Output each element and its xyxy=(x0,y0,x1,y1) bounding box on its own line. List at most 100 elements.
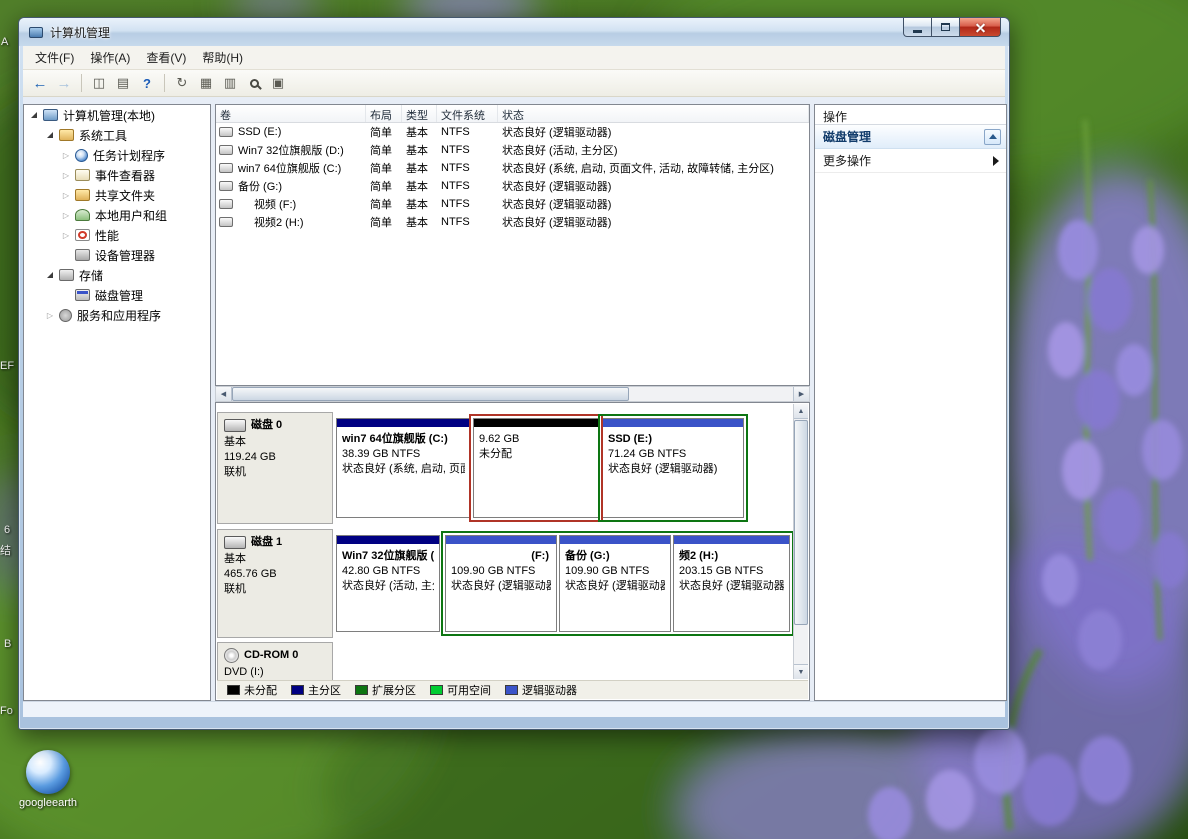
t-label: 本地用户和组 xyxy=(95,207,167,224)
expand-closed-icon[interactable] xyxy=(60,229,72,241)
expand-closed-icon[interactable] xyxy=(60,209,72,221)
column-header-layout[interactable]: 布局 xyxy=(366,105,402,122)
disk-0-header[interactable]: 磁盘 0 基本 119.24 GB 联机 xyxy=(217,412,333,524)
vertical-scrollbar-thumb[interactable] xyxy=(794,420,808,625)
cdrom-0-header[interactable]: CD-ROM 0 DVD (I:) xyxy=(217,642,333,683)
maximize-button[interactable] xyxy=(932,18,959,37)
extended-partition-swatch xyxy=(355,685,368,695)
menu-file[interactable]: 文件(F) xyxy=(27,46,82,69)
column-header-status[interactable]: 状态 xyxy=(498,105,809,122)
expand-open-icon[interactable] xyxy=(28,109,40,121)
cdrom-0-row: CD-ROM 0 DVD (I:) xyxy=(217,642,792,683)
volume-row-d[interactable]: Win7 32位旗舰版 (D:) 简单 基本 NTFS 状态良好 (活动, 主分… xyxy=(216,141,809,159)
column-header-filesystem[interactable]: 文件系统 xyxy=(437,105,498,122)
scroll-right-icon[interactable] xyxy=(793,387,809,401)
titlebar[interactable]: 计算机管理 xyxy=(19,18,1009,46)
volume-row-g[interactable]: 备份 (G:) 简单 基本 NTFS 状态良好 (逻辑驱动器) xyxy=(216,177,809,195)
partition-size: 38.39 GB NTFS xyxy=(342,447,465,462)
shared-folders-icon xyxy=(75,189,90,201)
partition-status: 状态良好 (逻辑驱动器) xyxy=(565,579,665,594)
googleearth-desktop-icon[interactable]: googleearth xyxy=(10,750,86,809)
partition-h[interactable]: 频2 (H:) 203.15 GB NTFS 状态良好 (逻辑驱动器) xyxy=(673,535,790,632)
tree-item-storage[interactable]: 存储 xyxy=(24,265,210,285)
event-viewer-icon xyxy=(75,169,90,181)
horizontal-scrollbar-thumb[interactable] xyxy=(232,387,629,401)
tree-item-services-applications[interactable]: 服务和应用程序 xyxy=(24,305,210,325)
cdrom-drive-letter: DVD (I:) xyxy=(224,665,326,680)
primary-partition-swatch xyxy=(291,685,304,695)
expand-closed-icon[interactable] xyxy=(60,149,72,161)
partition-ssd-e[interactable]: SSD (E:) 71.24 GB NTFS 状态良好 (逻辑驱动器) xyxy=(602,418,744,518)
disk-size: 119.24 GB xyxy=(224,450,326,465)
partition-f[interactable]: (F:) 109.90 GB NTFS 状态良好 (逻辑驱动器) xyxy=(445,535,557,632)
volume-name: SSD (E:) xyxy=(238,126,281,138)
minimize-button[interactable] xyxy=(903,18,932,37)
volume-row-e[interactable]: SSD (E:) 简单 基本 NTFS 状态良好 (逻辑驱动器) xyxy=(216,123,809,141)
expand-closed-icon[interactable] xyxy=(60,169,72,181)
search-icon[interactable] xyxy=(243,72,265,94)
partition-d[interactable]: Win7 32位旗舰版 (D:) 42.80 GB NTFS 状态良好 (活动,… xyxy=(336,535,440,632)
googleearth-icon[interactable] xyxy=(26,750,70,794)
tree-item-task-scheduler[interactable]: 任务计划程序 xyxy=(24,145,210,165)
close-button[interactable] xyxy=(959,18,1001,37)
center-pane: 卷 布局 类型 文件系统 状态 SSD (E:) 简单 基本 NTFS 状态良好… xyxy=(215,104,810,701)
menu-view[interactable]: 查看(V) xyxy=(138,46,194,69)
tree-item-local-users-groups[interactable]: 本地用户和组 xyxy=(24,205,210,225)
expand-closed-icon[interactable] xyxy=(44,309,56,321)
content-area: 计算机管理(本地) 系统工具 任务计划程序 事件查看器 xyxy=(23,97,1005,701)
actions-section-disk-management[interactable]: 磁盘管理 xyxy=(815,125,1006,149)
export-list-icon[interactable]: ▥ xyxy=(219,72,241,94)
tree-item-performance[interactable]: 性能 xyxy=(24,225,210,245)
tree-item-disk-management[interactable]: 磁盘管理 xyxy=(24,285,210,305)
scroll-up-icon[interactable] xyxy=(794,404,808,419)
console-tree-pane: 计算机管理(本地) 系统工具 任务计划程序 事件查看器 xyxy=(23,104,211,701)
more-actions-item[interactable]: 更多操作 xyxy=(815,149,1006,173)
tree-item-shared-folders[interactable]: 共享文件夹 xyxy=(24,185,210,205)
system-tools-icon xyxy=(59,129,74,141)
expand-open-icon[interactable] xyxy=(44,269,56,281)
help-icon[interactable]: ? xyxy=(136,72,158,94)
volume-list-header: 卷 布局 类型 文件系统 状态 xyxy=(216,105,809,123)
partition-g[interactable]: 备份 (G:) 109.90 GB NTFS 状态良好 (逻辑驱动器) xyxy=(559,535,671,632)
googleearth-label: googleearth xyxy=(10,797,86,809)
tree-item-device-manager[interactable]: 设备管理器 xyxy=(24,245,210,265)
refresh-icon[interactable]: ↻ xyxy=(171,72,193,94)
tree-item-system-tools[interactable]: 系统工具 xyxy=(24,125,210,145)
toolbar-separator xyxy=(164,74,165,92)
t-label: 磁盘管理 xyxy=(95,287,143,304)
icon-label-fragment: 结 xyxy=(0,542,11,558)
volume-row-c[interactable]: win7 64位旗舰版 (C:) 简单 基本 NTFS 状态良好 (系统, 启动… xyxy=(216,159,809,177)
help-topics-icon[interactable]: ▣ xyxy=(267,72,289,94)
legend-label: 扩展分区 xyxy=(372,682,416,698)
menu-help[interactable]: 帮助(H) xyxy=(194,46,251,69)
menu-action[interactable]: 操作(A) xyxy=(82,46,138,69)
back-icon[interactable]: ← xyxy=(29,72,51,94)
volume-type: 基本 xyxy=(402,178,437,194)
scroll-down-icon[interactable] xyxy=(794,664,808,679)
actions-title: 操作 xyxy=(815,105,1006,125)
scroll-left-icon[interactable] xyxy=(216,387,232,401)
volume-row-f[interactable]: 视频 (F:) 简单 基本 NTFS 状态良好 (逻辑驱动器) xyxy=(216,195,809,213)
partition-label: 频2 (H:) xyxy=(679,549,784,564)
show-action-pane-icon[interactable]: ▤ xyxy=(112,72,134,94)
volume-row-h[interactable]: 视频2 (H:) 简单 基本 NTFS 状态良好 (逻辑驱动器) xyxy=(216,213,809,231)
partition-c[interactable]: win7 64位旗舰版 (C:) 38.39 GB NTFS 状态良好 (系统,… xyxy=(336,418,471,518)
volume-name: Win7 32位旗舰版 (D:) xyxy=(238,142,344,158)
column-header-volume[interactable]: 卷 xyxy=(216,105,366,122)
free-space-swatch xyxy=(430,685,443,695)
properties-icon[interactable]: ▦ xyxy=(195,72,217,94)
tree-item-event-viewer[interactable]: 事件查看器 xyxy=(24,165,210,185)
column-header-type[interactable]: 类型 xyxy=(402,105,437,122)
volume-layout: 简单 xyxy=(366,142,402,158)
partition-unallocated[interactable]: 9.62 GB 未分配 xyxy=(473,418,599,518)
legend-label: 未分配 xyxy=(244,682,277,698)
tree-item-computer-management[interactable]: 计算机管理(本地) xyxy=(24,105,210,125)
disk-1-header[interactable]: 磁盘 1 基本 465.76 GB 联机 xyxy=(217,529,333,638)
horizontal-scrollbar[interactable] xyxy=(215,386,810,402)
collapse-chevron-icon[interactable] xyxy=(984,129,1001,145)
expand-open-icon[interactable] xyxy=(44,129,56,141)
show-console-tree-icon[interactable]: ◫ xyxy=(88,72,110,94)
expand-closed-icon[interactable] xyxy=(60,189,72,201)
forward-icon[interactable]: → xyxy=(53,72,75,94)
vertical-scrollbar[interactable] xyxy=(793,404,808,679)
